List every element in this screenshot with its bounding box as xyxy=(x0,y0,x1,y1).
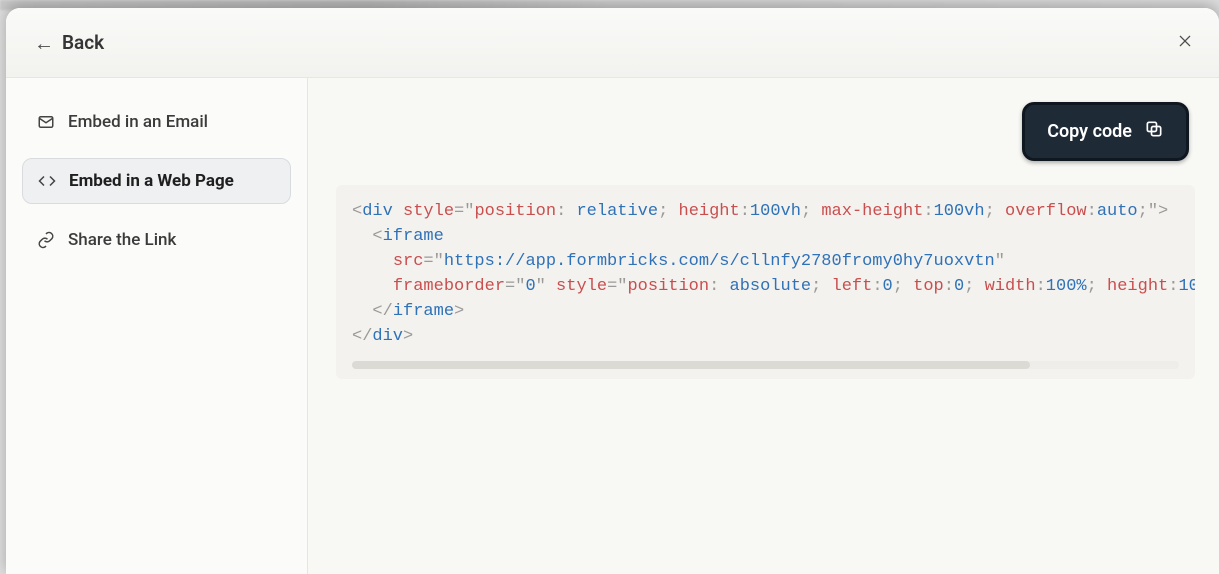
content-toolbar: Copy code xyxy=(336,102,1195,161)
sidebar-item-label: Share the Link xyxy=(68,230,176,250)
sidebar-item-label: Embed in a Web Page xyxy=(69,171,234,191)
close-button[interactable] xyxy=(1173,31,1197,55)
code-panel: <div style="position: relative; height:1… xyxy=(336,185,1195,379)
back-label: Back xyxy=(62,31,104,54)
scrollbar-thumb[interactable] xyxy=(352,361,1030,369)
sidebar-item-label: Embed in an Email xyxy=(68,112,208,132)
copy-icon xyxy=(1144,119,1164,144)
arrow-left-icon: ← xyxy=(34,33,54,53)
copy-code-button[interactable]: Copy code xyxy=(1022,102,1189,161)
close-icon xyxy=(1177,33,1193,53)
sidebar-item-web[interactable]: Embed in a Web Page xyxy=(22,158,291,204)
modal-header: ← Back xyxy=(6,8,1219,78)
copy-code-label: Copy code xyxy=(1047,121,1132,142)
link-icon xyxy=(36,230,56,250)
code-scroll[interactable]: <div style="position: relative; height:1… xyxy=(336,199,1195,357)
content-pane: Copy code <div style="position: relative… xyxy=(308,78,1219,574)
mail-icon xyxy=(36,112,56,132)
back-button[interactable]: ← Back xyxy=(34,31,104,54)
share-modal: ← Back Embed in an Email Embed in a Web … xyxy=(6,8,1219,574)
sidebar-item-link[interactable]: Share the Link xyxy=(22,218,291,262)
sidebar: Embed in an Email Embed in a Web Page Sh… xyxy=(6,78,308,574)
code-block: <div style="position: relative; height:1… xyxy=(352,199,1179,349)
horizontal-scrollbar[interactable] xyxy=(352,361,1179,369)
modal-body: Embed in an Email Embed in a Web Page Sh… xyxy=(6,78,1219,574)
code-icon xyxy=(37,171,57,191)
sidebar-item-email[interactable]: Embed in an Email xyxy=(22,100,291,144)
